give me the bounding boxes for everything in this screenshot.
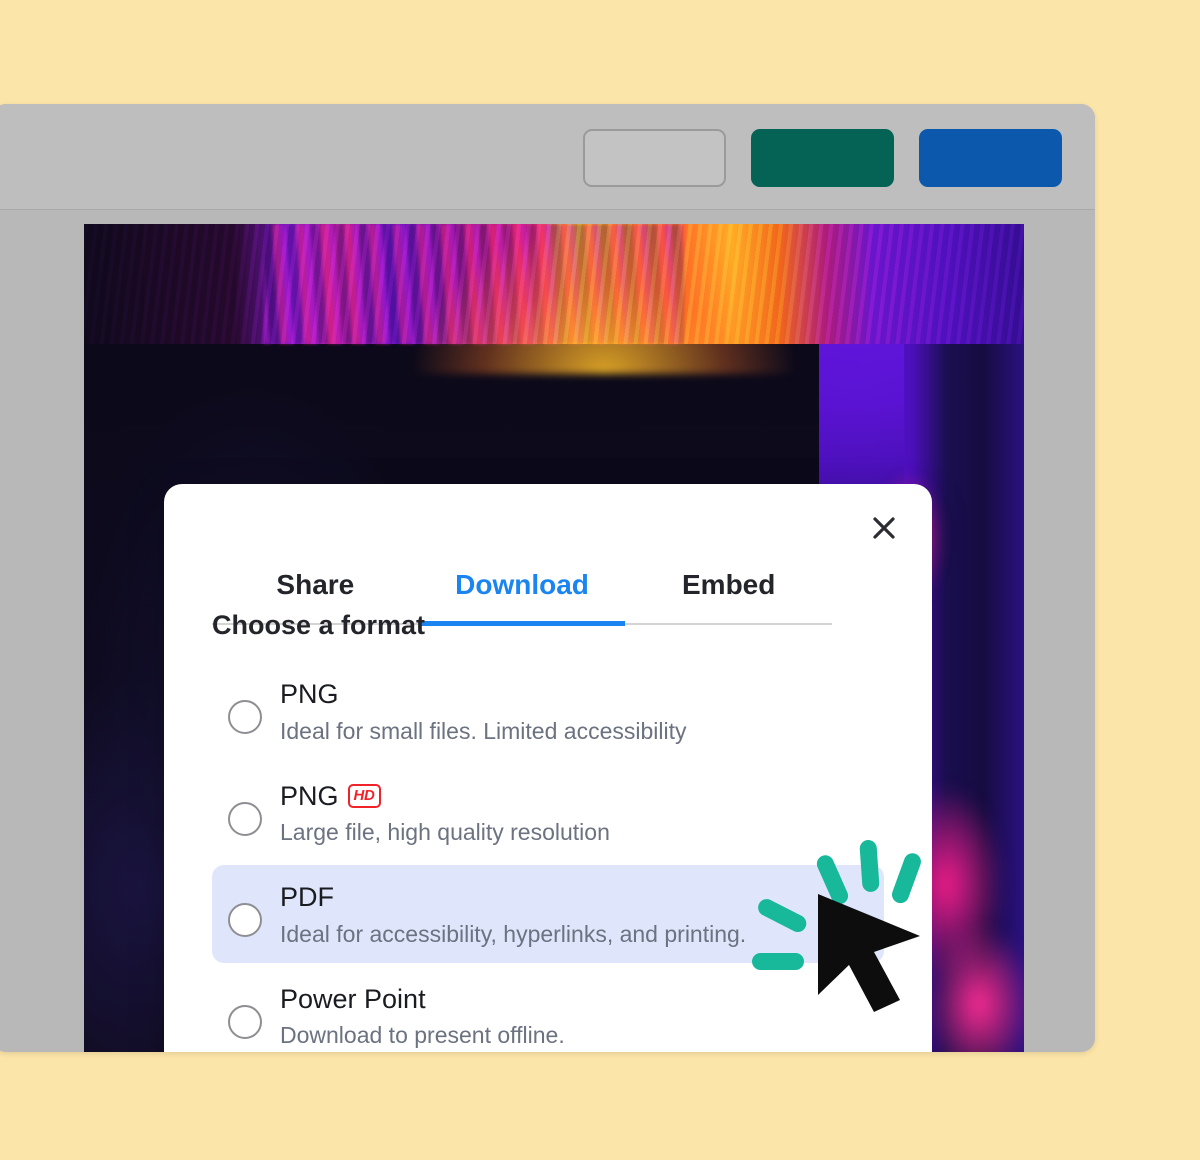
- page-title: Choose a format: [212, 610, 426, 640]
- artwork-bottom-texture: [84, 224, 1024, 344]
- format-title: PNG: [280, 679, 339, 709]
- format-option-pdf[interactable]: PDF Ideal for accessibility, hyperlinks,…: [212, 865, 884, 963]
- format-title: Power Point: [280, 983, 426, 1014]
- format-description: Ideal for small files. Limited accessibi…: [280, 717, 687, 744]
- format-option-png[interactable]: PNG Ideal for small files. Limited acces…: [212, 662, 884, 760]
- window-toolbar: [0, 104, 1095, 210]
- format-option-power-point[interactable]: Power Point Download to present offline.: [212, 967, 884, 1053]
- radio-png[interactable]: [228, 700, 262, 734]
- close-icon[interactable]: [862, 506, 906, 550]
- tab-download[interactable]: Download: [418, 568, 626, 626]
- toolbar-actions: [583, 129, 1062, 187]
- format-title: PDF: [280, 882, 334, 912]
- format-description: Download to present offline.: [280, 1022, 565, 1049]
- format-description: Ideal for accessibility, hyperlinks, and…: [280, 920, 747, 947]
- radio-png-hd[interactable]: [228, 801, 262, 836]
- radio-power-point[interactable]: [228, 1004, 262, 1039]
- toolbar-blue-button[interactable]: [919, 129, 1062, 187]
- window-content: Share Download Embed Choose a format PNG…: [0, 210, 1095, 1052]
- toolbar-outline-button[interactable]: [583, 129, 726, 187]
- format-description: Large file, high quality resolution: [280, 819, 610, 846]
- format-title: PNG: [280, 780, 339, 811]
- radio-pdf[interactable]: [228, 903, 262, 937]
- app-window: Share Download Embed Choose a format PNG…: [0, 104, 1095, 1052]
- share-modal: Share Download Embed Choose a format PNG…: [164, 484, 932, 1052]
- format-option-png-hd[interactable]: PNG HD Large file, high quality resoluti…: [212, 764, 884, 862]
- tab-embed[interactable]: Embed: [625, 568, 832, 626]
- format-options-list: PNG Ideal for small files. Limited acces…: [212, 662, 884, 1052]
- toolbar-green-button[interactable]: [751, 129, 894, 187]
- artwork-magenta-streak-3: [924, 924, 1024, 1052]
- hd-badge: HD: [347, 784, 381, 809]
